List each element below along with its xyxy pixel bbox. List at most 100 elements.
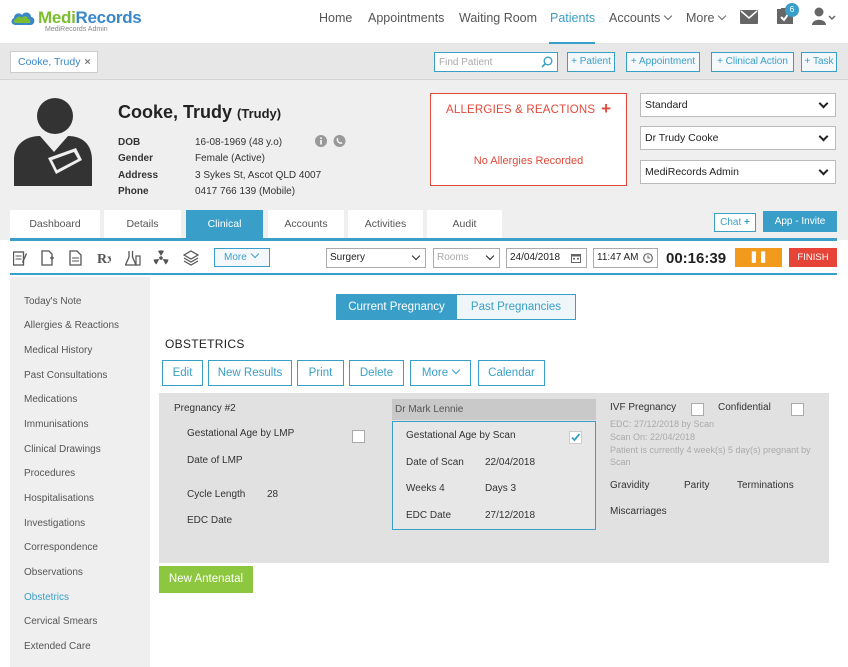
delete-button[interactable]: Delete [349, 360, 404, 386]
clock-icon[interactable] [643, 253, 653, 263]
ivf-checkbox[interactable] [691, 403, 704, 416]
toolbar-more-label: More [224, 252, 247, 263]
no-allergies-text: No Allergies Recorded [473, 155, 584, 167]
current-status-note: Patient is currently 4 week(s) 5 day(s) … [610, 445, 811, 455]
tab-details[interactable]: Details [104, 210, 181, 238]
user-select[interactable]: MediRecords Admin [640, 160, 836, 184]
notes-icon[interactable] [13, 250, 27, 266]
user-icon[interactable] [812, 7, 836, 25]
chevron-down-icon [451, 365, 461, 375]
date-field[interactable]: 24/04/2018 [506, 248, 587, 268]
section-title: OBSTETRICS [165, 337, 245, 351]
new-antenatal-button[interactable]: New Antenatal [159, 566, 253, 593]
search-icon[interactable] [541, 56, 553, 68]
time-field[interactable]: 11:47 AM [593, 248, 658, 268]
pause-button[interactable]: ❚❚ [735, 248, 782, 267]
app-invite-button[interactable]: App - Invite [763, 211, 837, 232]
miscarriages-label: Miscarriages [610, 506, 667, 517]
more-actions-label: More [421, 367, 449, 379]
edit-button[interactable]: Edit [162, 360, 203, 386]
rooms-value: Rooms [437, 252, 469, 263]
clinical-toolbar: Rx More Surgery Rooms 24/04/2018 11:47 A… [10, 241, 837, 275]
add-allergy-button[interactable]: + [601, 99, 611, 119]
gender-value: Female (Active) [195, 153, 266, 164]
terminations-label: Terminations [737, 480, 794, 491]
radiation-icon[interactable] [153, 250, 169, 266]
tab-clinical[interactable]: Clinical [186, 210, 263, 238]
document-icon[interactable] [69, 250, 82, 266]
sidebar-item-immunisations[interactable]: Immunisations [24, 419, 88, 430]
phone-icon[interactable] [333, 135, 346, 147]
sidebar-item-medications[interactable]: Medications [24, 394, 77, 405]
tab-audit[interactable]: Audit [427, 210, 502, 238]
chevron-down-icon [250, 249, 260, 259]
doctor-value: Dr Trudy Cooke [645, 132, 719, 144]
nav-patients[interactable]: Patients [550, 11, 595, 25]
open-patient-tab[interactable]: Cooke, Trudy × [10, 51, 98, 73]
add-appointment-button[interactable]: + Appointment [626, 52, 700, 72]
confidential-label: Confidential [718, 402, 771, 413]
confidential-checkbox[interactable] [791, 403, 804, 416]
doctor-select[interactable]: Dr Trudy Cooke [640, 126, 836, 150]
add-clinical-action-button[interactable]: + Clinical Action [711, 52, 794, 72]
nav-waiting-room[interactable]: Waiting Room [459, 11, 537, 25]
prescription-icon[interactable]: Rx [97, 250, 111, 266]
sidebar-item-todays-note[interactable]: Today's Note [24, 296, 82, 307]
tab-dashboard[interactable]: Dashboard [10, 210, 100, 238]
sidebar-item-allergies[interactable]: Allergies & Reactions [24, 320, 119, 331]
stack-icon[interactable] [183, 250, 199, 266]
close-icon[interactable]: × [84, 56, 90, 68]
plus-icon: + [744, 217, 750, 228]
nav-home[interactable]: Home [319, 11, 352, 25]
mail-icon[interactable] [740, 10, 758, 24]
svg-text:Rx: Rx [97, 252, 111, 266]
more-actions-button[interactable]: More [410, 360, 471, 386]
allergies-panel: ALLERGIES & REACTIONS + No Allergies Rec… [430, 93, 627, 186]
sidebar-item-investigations[interactable]: Investigations [24, 518, 85, 529]
tab-current-pregnancy[interactable]: Current Pregnancy [336, 294, 457, 320]
tab-past-pregnancies[interactable]: Past Pregnancies [456, 294, 576, 320]
sidebar-item-medical-history[interactable]: Medical History [24, 345, 92, 356]
sidebar-item-clinical-drawings[interactable]: Clinical Drawings [24, 444, 101, 455]
scan-details-box: Gestational Age by Scan Date of Scan 22/… [392, 421, 596, 530]
location-select[interactable]: Surgery [326, 248, 426, 268]
patient-header: Cooke, Trudy (Trudy) DOB 16-08-1969 (48 … [0, 80, 848, 208]
sidebar-item-procedures[interactable]: Procedures [24, 468, 75, 479]
edc-lmp-label: EDC Date [187, 515, 233, 526]
billing-type-value: Standard [645, 99, 688, 111]
toolbar-more-button[interactable]: More [214, 248, 270, 267]
ga-scan-checkbox[interactable] [569, 431, 582, 444]
nav-appointments[interactable]: Appointments [368, 11, 444, 25]
lab-icon[interactable] [125, 250, 141, 266]
patient-name: Cooke, Trudy (Trudy) [118, 102, 281, 123]
find-patient-box[interactable] [434, 52, 558, 72]
print-button[interactable]: Print [297, 360, 344, 386]
info-icon[interactable] [315, 135, 327, 147]
chat-button[interactable]: Chat + [714, 213, 756, 232]
rooms-select[interactable]: Rooms [433, 248, 500, 268]
nav-more[interactable]: More [686, 11, 727, 25]
tab-activities[interactable]: Activities [348, 210, 423, 238]
billing-type-select[interactable]: Standard [640, 93, 836, 117]
nav-accounts[interactable]: Accounts [609, 11, 673, 25]
tab-accounts[interactable]: Accounts [268, 210, 344, 238]
edc-scan-label: EDC Date [406, 510, 452, 521]
sidebar-item-extended-care[interactable]: Extended Care [24, 641, 91, 652]
finish-button[interactable]: FINISH [789, 248, 837, 267]
sidebar-item-observations[interactable]: Observations [24, 567, 83, 578]
calendar-button[interactable]: Calendar [478, 360, 545, 386]
sidebar-item-past-consultations[interactable]: Past Consultations [24, 370, 107, 381]
new-results-button[interactable]: New Results [208, 360, 292, 386]
sidebar-item-hospitalisations[interactable]: Hospitalisations [24, 493, 94, 504]
sidebar-item-correspondence[interactable]: Correspondence [24, 542, 98, 553]
chevron-down-icon [818, 131, 829, 142]
document-edit-icon[interactable] [41, 250, 55, 266]
ga-lmp-checkbox[interactable] [352, 430, 365, 443]
sidebar-item-cervical-smears[interactable]: Cervical Smears [24, 616, 97, 627]
calendar-icon[interactable] [571, 253, 581, 263]
add-task-button[interactable]: + Task [801, 52, 837, 72]
add-patient-button[interactable]: + Patient [567, 52, 615, 72]
find-patient-input[interactable] [435, 53, 539, 71]
sidebar-item-obstetrics[interactable]: Obstetrics [24, 592, 69, 603]
gender-label: Gender [118, 153, 154, 164]
